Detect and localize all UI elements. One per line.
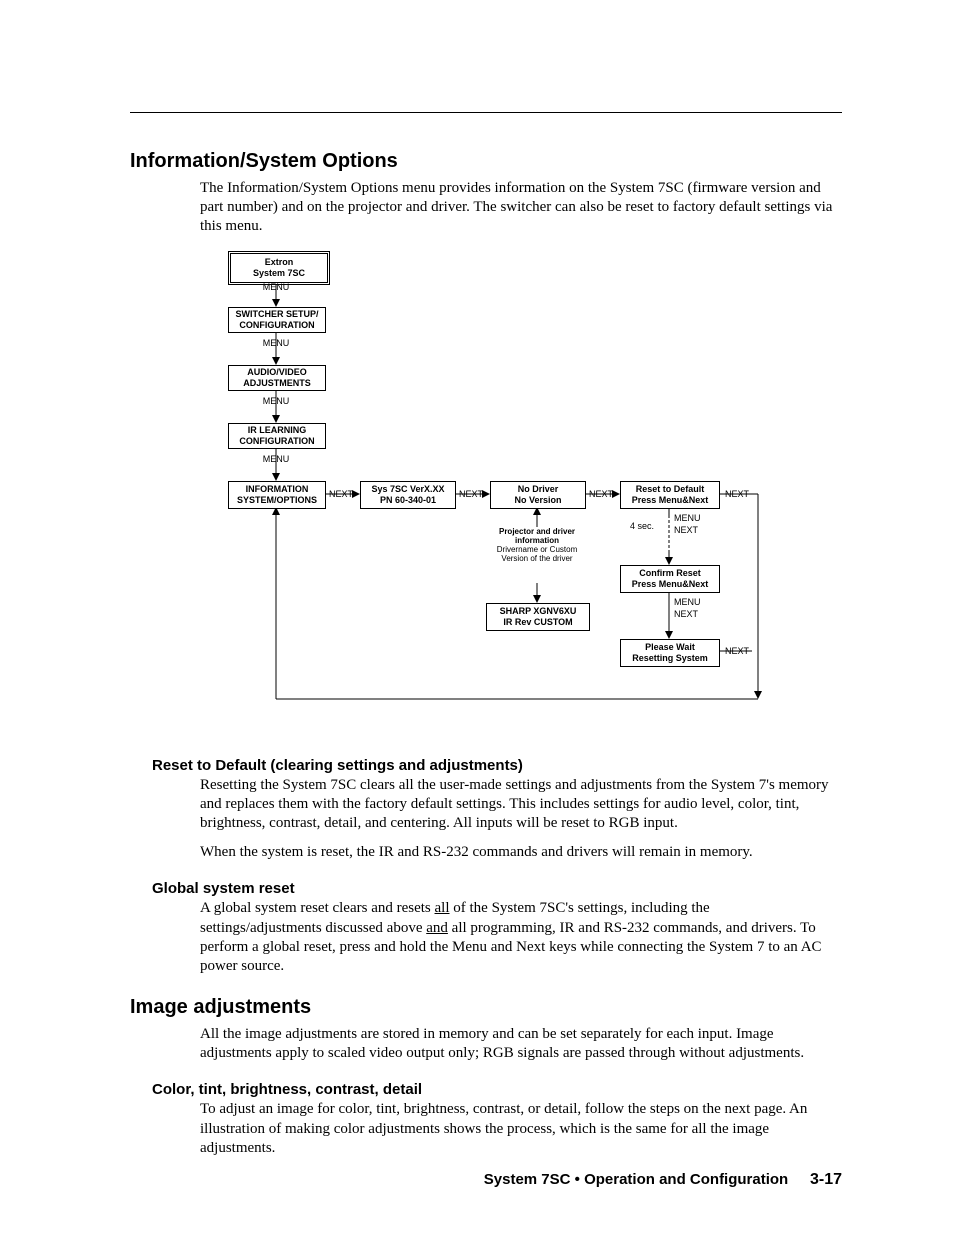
para-reset-default: Resetting the System 7SC clears all the … xyxy=(200,776,834,863)
l1: No Driver xyxy=(518,484,559,494)
l3: Drivername or Custom xyxy=(497,545,577,554)
box-reset-default: Reset to Default Press Menu&Next xyxy=(620,481,720,509)
t: A global system reset clears and resets xyxy=(200,900,435,916)
menu-flow-diagram: Extron System 7SC MENU SWITCHER SETUP/ C… xyxy=(228,251,768,731)
lbl-next-1: NEXT xyxy=(326,489,356,499)
l1: SWITCHER SETUP/ xyxy=(235,309,318,319)
lbl-next-5: NEXT xyxy=(722,646,752,656)
heading-ctbcd: Color, tint, brightness, contrast, detai… xyxy=(152,1081,844,1098)
l2: IR Rev CUSTOM xyxy=(503,617,572,627)
box-av: AUDIO/VIDEO ADJUSTMENTS xyxy=(228,365,326,391)
heading-reset-default: Reset to Default (clearing settings and … xyxy=(152,757,844,774)
box-nodriver: No Driver No Version xyxy=(490,481,586,509)
l1: Projector and driver xyxy=(499,527,575,536)
box-sharp: SHARP XGNV6XU IR Rev CUSTOM xyxy=(486,603,590,631)
text: Resetting the System 7SC clears all the … xyxy=(200,776,834,834)
l2: Resetting System xyxy=(632,653,708,663)
heading-info-sys: Information/System Options xyxy=(130,150,844,173)
top-rule xyxy=(130,112,842,113)
l2: PN 60-340-01 xyxy=(380,495,436,505)
l1: IR LEARNING xyxy=(248,425,307,435)
l4: Version of the driver xyxy=(501,554,572,563)
lbl-next-r1: NEXT xyxy=(674,525,714,535)
lbl-next-4: NEXT xyxy=(722,489,752,499)
text: The Information/System Options menu prov… xyxy=(200,179,834,237)
l1: Please Wait xyxy=(645,642,695,652)
box-extron: Extron System 7SC xyxy=(228,251,330,285)
lbl-4sec: 4 sec. xyxy=(624,521,654,531)
box-please-wait: Please Wait Resetting System xyxy=(620,639,720,667)
text: When the system is reset, the IR and RS-… xyxy=(200,843,834,862)
box-sys7sc: Sys 7SC VerX.XX PN 60-340-01 xyxy=(360,481,456,509)
l2: Press Menu&Next xyxy=(632,495,709,505)
note-projector: Projector and driver information Drivern… xyxy=(486,527,588,564)
l1: AUDIO/VIDEO xyxy=(247,367,307,377)
l1: SHARP XGNV6XU xyxy=(500,606,577,616)
lbl-menu-4: MENU xyxy=(256,454,296,464)
l1: Confirm Reset xyxy=(639,568,701,578)
l1: INFORMATION xyxy=(246,484,309,494)
para-ctbcd: To adjust an image for color, tint, brig… xyxy=(200,1100,834,1158)
footer-page: 3-17 xyxy=(810,1171,842,1188)
page-footer: System 7SC • Operation and Configuration… xyxy=(130,1171,842,1189)
l1: Extron xyxy=(265,257,294,267)
box-ir: IR LEARNING CONFIGURATION xyxy=(228,423,326,449)
heading-image-adj: Image adjustments xyxy=(130,996,844,1019)
lbl-menu-2: MENU xyxy=(256,338,296,348)
lbl-next-2: NEXT xyxy=(456,489,486,499)
lbl-menu-1: MENU xyxy=(256,282,296,292)
l2: System 7SC xyxy=(253,268,305,278)
box-confirm: Confirm Reset Press Menu&Next xyxy=(620,565,720,593)
para-image-adj: All the image adjustments are stored in … xyxy=(200,1025,834,1063)
t: and xyxy=(426,920,448,936)
l2: CONFIGURATION xyxy=(239,436,314,446)
lbl-menu-r1: MENU xyxy=(674,513,714,523)
box-info: INFORMATION SYSTEM/OPTIONS xyxy=(228,481,326,509)
l2: Press Menu&Next xyxy=(632,579,709,589)
l2: CONFIGURATION xyxy=(239,320,314,330)
text: To adjust an image for color, tint, brig… xyxy=(200,1100,834,1158)
lbl-next-r2: NEXT xyxy=(674,609,714,619)
page-content: Information/System Options The Informati… xyxy=(130,150,844,1168)
l1: Reset to Default xyxy=(636,484,705,494)
l2: SYSTEM/OPTIONS xyxy=(237,495,317,505)
l2: No Version xyxy=(514,495,561,505)
l2: information xyxy=(515,536,559,545)
t: all xyxy=(435,900,450,916)
lbl-next-3: NEXT xyxy=(586,489,616,499)
box-switcher: SWITCHER SETUP/ CONFIGURATION xyxy=(228,307,326,333)
lbl-menu-r2: MENU xyxy=(674,597,714,607)
heading-global-reset: Global system reset xyxy=(152,880,844,897)
para-info-sys: The Information/System Options menu prov… xyxy=(200,179,834,237)
footer-text: System 7SC • Operation and Configuration xyxy=(484,1171,788,1188)
text: A global system reset clears and resets … xyxy=(200,899,834,976)
lbl-menu-3: MENU xyxy=(256,396,296,406)
para-global-reset: A global system reset clears and resets … xyxy=(200,899,834,976)
l1: Sys 7SC VerX.XX xyxy=(371,484,444,494)
text: All the image adjustments are stored in … xyxy=(200,1025,834,1063)
l2: ADJUSTMENTS xyxy=(243,378,311,388)
